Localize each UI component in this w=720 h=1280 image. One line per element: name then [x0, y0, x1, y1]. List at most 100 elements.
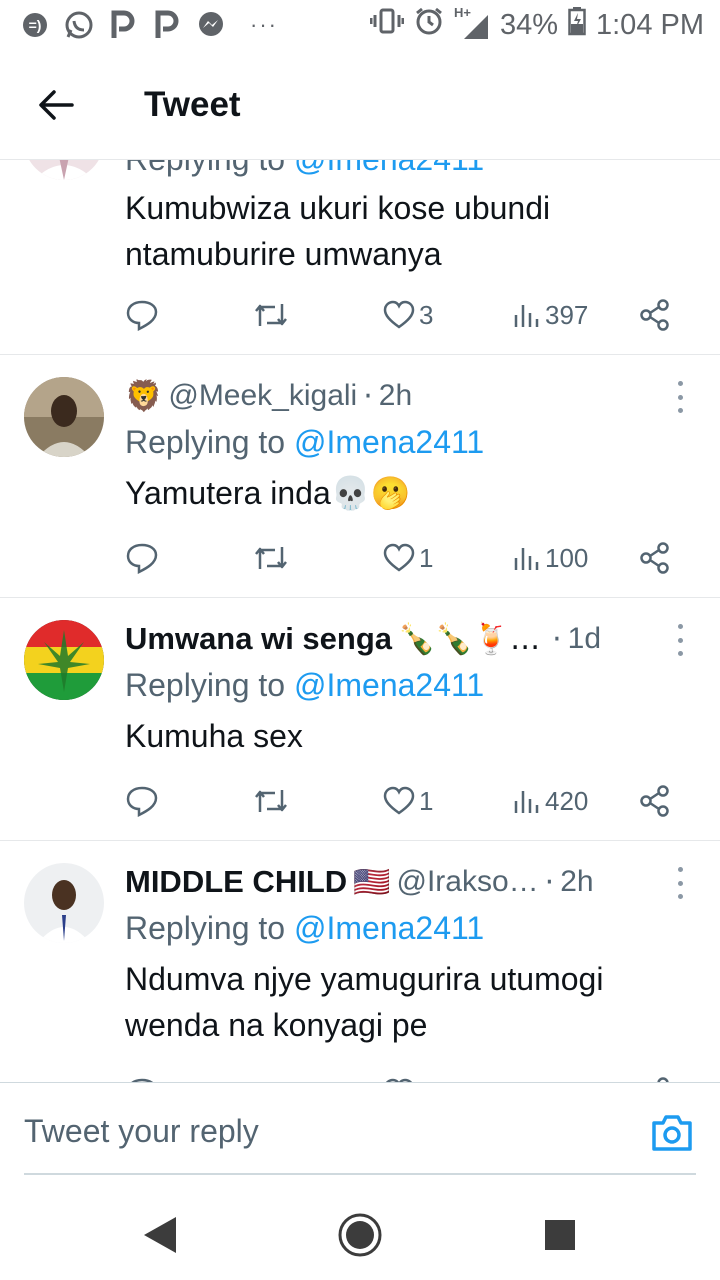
input-underline [24, 1173, 696, 1175]
mention-link[interactable]: @Imena2411 [294, 424, 484, 460]
nav-back-button[interactable] [135, 1210, 185, 1260]
like-count: 3 [419, 299, 434, 330]
bar-chart-icon [514, 791, 539, 813]
retweet-icon [255, 790, 287, 812]
avatar[interactable] [24, 377, 104, 457]
timestamp: 2h [378, 379, 413, 412]
heart-icon [383, 786, 415, 815]
tweet-text: Yamutera inda💀🫢 [125, 475, 411, 511]
views-button[interactable]: 420 [513, 781, 588, 821]
nav-home-button[interactable] [335, 1210, 385, 1260]
more-options-button[interactable] [670, 377, 690, 417]
flag-emoji: 🇺🇸 [353, 864, 391, 900]
tweet-actions: 1 420 [125, 781, 675, 821]
reply-button[interactable] [125, 781, 159, 821]
share-icon [640, 299, 669, 331]
tweet-actions: 1 100 [125, 538, 675, 578]
signal-icon: H+ [454, 5, 490, 41]
user-handle[interactable]: @Irakso… [397, 865, 539, 899]
share-button[interactable] [639, 538, 671, 578]
retweet-icon [255, 304, 287, 326]
clock: 1:04 PM [596, 8, 704, 41]
messenger-icon [196, 10, 226, 40]
sim-card-icon: =) [20, 10, 50, 40]
user-handle[interactable]: @Meek_kigali [168, 379, 357, 413]
tweet-header: MIDDLE CHILD 🇺🇸 @Irakso… · 2h [125, 859, 700, 905]
retweet-button[interactable] [253, 295, 289, 335]
views-button[interactable] [513, 1073, 541, 1082]
share-icon [640, 785, 669, 817]
display-name[interactable]: Umwana wi senga [125, 621, 392, 657]
p-app-icon [152, 10, 182, 40]
replies-feed[interactable]: Replying to @Imena2411 Kumubwiza ukuri k… [0, 160, 720, 1082]
tweet-actions [125, 1073, 675, 1082]
more-options-button[interactable] [670, 620, 690, 660]
separator-dot: · [552, 621, 562, 657]
share-button[interactable] [639, 295, 671, 335]
mention-link[interactable]: @Imena2411 [294, 910, 484, 946]
display-name[interactable]: 🦁 [125, 379, 162, 414]
nav-recents-button[interactable] [535, 1210, 585, 1260]
reply-button[interactable] [125, 538, 159, 578]
like-button[interactable]: 3 [383, 295, 433, 335]
retweet-icon [255, 547, 287, 569]
circle-home-icon [338, 1213, 382, 1257]
view-count: 397 [545, 299, 589, 330]
replying-label: Replying to [125, 160, 285, 177]
like-count: 1 [419, 785, 434, 816]
like-count: 1 [419, 542, 434, 573]
avatar[interactable] [24, 863, 104, 943]
reply-tweet[interactable]: 🦁 @Meek_kigali · 2h Replying to @Imena24… [0, 355, 720, 598]
vibrate-icon [369, 6, 405, 44]
like-button[interactable] [383, 1073, 415, 1082]
replying-label: Replying to [125, 424, 286, 460]
avatar[interactable] [24, 160, 104, 180]
more-options-button[interactable] [670, 863, 690, 903]
reply-button[interactable] [125, 295, 159, 335]
replying-to: Replying to @Imena2411 [125, 419, 700, 465]
camera-button[interactable] [650, 1113, 694, 1157]
share-button[interactable] [639, 1073, 671, 1082]
battery-percent: 34% [499, 8, 558, 41]
reply-tweet[interactable]: Umwana wi senga 🍾🍾🍹… · 1d Replying to @I… [0, 598, 720, 841]
reply-input[interactable]: Tweet your reply [24, 1113, 259, 1150]
replying-label: Replying to [125, 667, 286, 703]
share-icon [640, 542, 669, 574]
replying-to: Replying to @Imena2411 [125, 160, 700, 182]
svg-text:=): =) [29, 17, 42, 33]
top-app-bar: Tweet [0, 50, 720, 160]
replying-to: Replying to @Imena2411 [125, 662, 700, 708]
square-recents-icon [545, 1220, 575, 1250]
avatar[interactable] [24, 620, 104, 700]
like-button[interactable]: 1 [383, 781, 433, 821]
separator-dot: · [363, 378, 373, 414]
like-button[interactable]: 1 [383, 538, 433, 578]
triangle-back-icon [144, 1217, 176, 1253]
more-notifications-icon: ··· [250, 12, 278, 37]
system-nav-bar [0, 1192, 720, 1280]
retweet-button[interactable] [253, 1073, 289, 1082]
view-count: 420 [545, 785, 589, 816]
comment-icon [126, 300, 158, 331]
display-name[interactable]: MIDDLE CHILD [125, 864, 347, 900]
back-button[interactable] [26, 75, 86, 135]
alarm-icon [414, 6, 444, 44]
retweet-button[interactable] [253, 781, 289, 821]
views-button[interactable]: 397 [513, 295, 588, 335]
mention-link[interactable]: @Imena2411 [294, 667, 484, 703]
share-button[interactable] [639, 781, 671, 821]
name-emojis: 🍾🍾🍹… [398, 621, 541, 657]
tweet-actions: 3 397 [125, 295, 675, 335]
battery-icon [568, 6, 586, 44]
tweet-text: Kumubwiza ukuri kose ubundi ntamuburire … [125, 190, 551, 272]
timestamp: 2h [560, 865, 594, 898]
whatsapp-icon [64, 10, 94, 40]
mention-link[interactable]: @Imena2411 [294, 160, 484, 177]
camera-icon [652, 1115, 692, 1151]
reply-tweet[interactable]: MIDDLE CHILD 🇺🇸 @Irakso… · 2h Replying t… [0, 841, 720, 1082]
comment-icon [126, 786, 158, 817]
reply-tweet[interactable]: Replying to @Imena2411 Kumubwiza ukuri k… [0, 160, 720, 355]
retweet-button[interactable] [253, 538, 289, 578]
reply-button[interactable] [125, 1073, 159, 1082]
views-button[interactable]: 100 [513, 538, 588, 578]
